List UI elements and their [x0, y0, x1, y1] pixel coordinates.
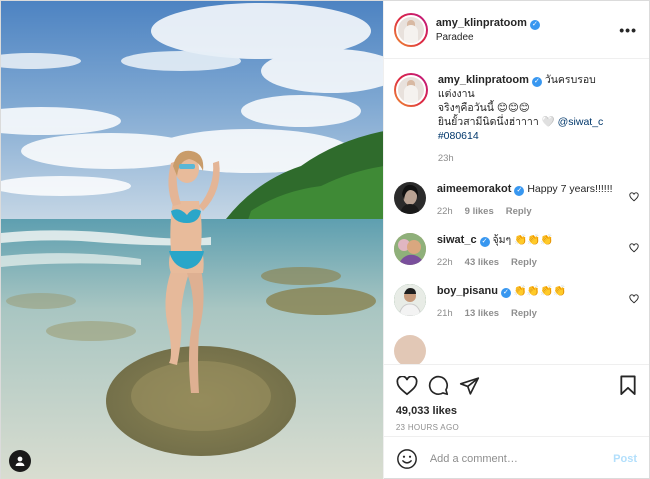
comment-item: boy_pisanu ✓ 👏👏👏👏 21h 13 likes Reply	[393, 284, 639, 319]
like-comment-heart-icon[interactable]	[629, 294, 639, 304]
comment-item-partial	[393, 335, 639, 364]
author-username[interactable]: amy_klinpratoom	[436, 17, 527, 29]
caption-username[interactable]: amy_klinpratoom	[438, 74, 529, 86]
comment-text: จุ้มๆ 👏👏👏	[492, 234, 554, 246]
caption-text: amy_klinpratoom ✓ วันครบรอบแต่งงาน จริงๆค…	[438, 73, 617, 143]
save-bookmark-icon[interactable]	[619, 375, 637, 396]
comment-text: Happy 7 years!!!!!!	[527, 183, 613, 195]
verified-badge-icon: ✓	[531, 77, 542, 87]
tagged-people-button[interactable]	[9, 450, 31, 472]
comment-likes[interactable]: 13 likes	[465, 308, 499, 319]
comments-section: amy_klinpratoom ✓ วันครบรอบแต่งงาน จริงๆค…	[384, 59, 649, 364]
commenter-avatar[interactable]	[393, 182, 426, 214]
comment-item: aimeemorakot ✓ Happy 7 years!!!!!! 22h 9 …	[393, 182, 639, 217]
commenter-username[interactable]: siwat_c	[437, 234, 477, 246]
commenter-avatar[interactable]	[393, 335, 426, 364]
more-options-button[interactable]: •••	[619, 22, 637, 38]
comment-time[interactable]: 22h	[437, 257, 453, 268]
like-comment-heart-icon[interactable]	[629, 243, 639, 253]
verified-badge-icon: ✓	[514, 186, 525, 196]
author-info: amy_klinpratoom ✓ Paradee	[436, 17, 619, 43]
comment-likes[interactable]: 9 likes	[465, 206, 494, 217]
post-photo[interactable]	[1, 1, 383, 479]
comment-item: siwat_c ✓ จุ้มๆ 👏👏👏 22h 43 likes Reply	[393, 233, 639, 268]
like-comment-heart-icon[interactable]	[629, 192, 639, 202]
add-comment-input[interactable]	[429, 452, 614, 465]
person-icon	[15, 456, 25, 466]
verified-badge-icon: ✓	[500, 288, 511, 298]
likes-count[interactable]: 49,033 likes	[396, 405, 637, 417]
comment-bubble-icon[interactable]	[428, 375, 449, 396]
emoji-icon[interactable]	[396, 448, 418, 470]
commenter-username[interactable]: aimeemorakot	[437, 183, 512, 195]
author-avatar[interactable]	[393, 12, 428, 47]
caption-line2: จริงๆคือวันนี้ 😊😊😊	[437, 102, 530, 114]
commenter-avatar[interactable]	[393, 284, 426, 316]
share-send-icon[interactable]	[459, 376, 480, 396]
post-header: amy_klinpratoom ✓ Paradee •••	[383, 1, 649, 59]
caption-line3: ยินยั้วสามีนิดนึ่งฮ่าาาา 🤍	[437, 116, 558, 128]
post-comment-button[interactable]: Post	[613, 453, 637, 465]
caption-author-avatar[interactable]	[393, 73, 428, 107]
instagram-post: amy_klinpratoom ✓ Paradee ••• amy_klinpra…	[0, 0, 650, 479]
reply-button[interactable]: Reply	[511, 257, 537, 268]
caption: amy_klinpratoom ✓ วันครบรอบแต่งงาน จริงๆค…	[393, 73, 639, 164]
caption-mention-link[interactable]: @siwat_c	[558, 116, 604, 128]
reply-button[interactable]: Reply	[506, 206, 532, 217]
comment-likes[interactable]: 43 likes	[465, 257, 499, 268]
post-location[interactable]: Paradee	[436, 32, 619, 43]
posted-time[interactable]: 23 HOURS AGO	[396, 423, 637, 432]
post-actions: 49,033 likes 23 HOURS AGO	[383, 364, 649, 436]
commenter-username[interactable]: boy_pisanu	[437, 285, 498, 297]
verified-badge-icon: ✓	[479, 237, 490, 247]
post-sidebar: amy_klinpratoom ✓ Paradee ••• amy_klinpra…	[382, 1, 649, 479]
verified-badge-icon: ✓	[529, 19, 540, 30]
comment-time[interactable]: 22h	[437, 206, 453, 217]
caption-time[interactable]: 23h	[438, 153, 454, 164]
comment-text: 👏👏👏👏	[513, 285, 567, 297]
add-comment-bar: Post	[383, 436, 649, 479]
commenter-avatar[interactable]	[393, 233, 426, 265]
reply-button[interactable]: Reply	[511, 308, 537, 319]
caption-hashtag-link[interactable]: #080614	[438, 130, 479, 142]
comment-time[interactable]: 21h	[437, 308, 453, 319]
like-heart-icon[interactable]	[396, 375, 418, 396]
beach-photo-image	[1, 1, 383, 479]
